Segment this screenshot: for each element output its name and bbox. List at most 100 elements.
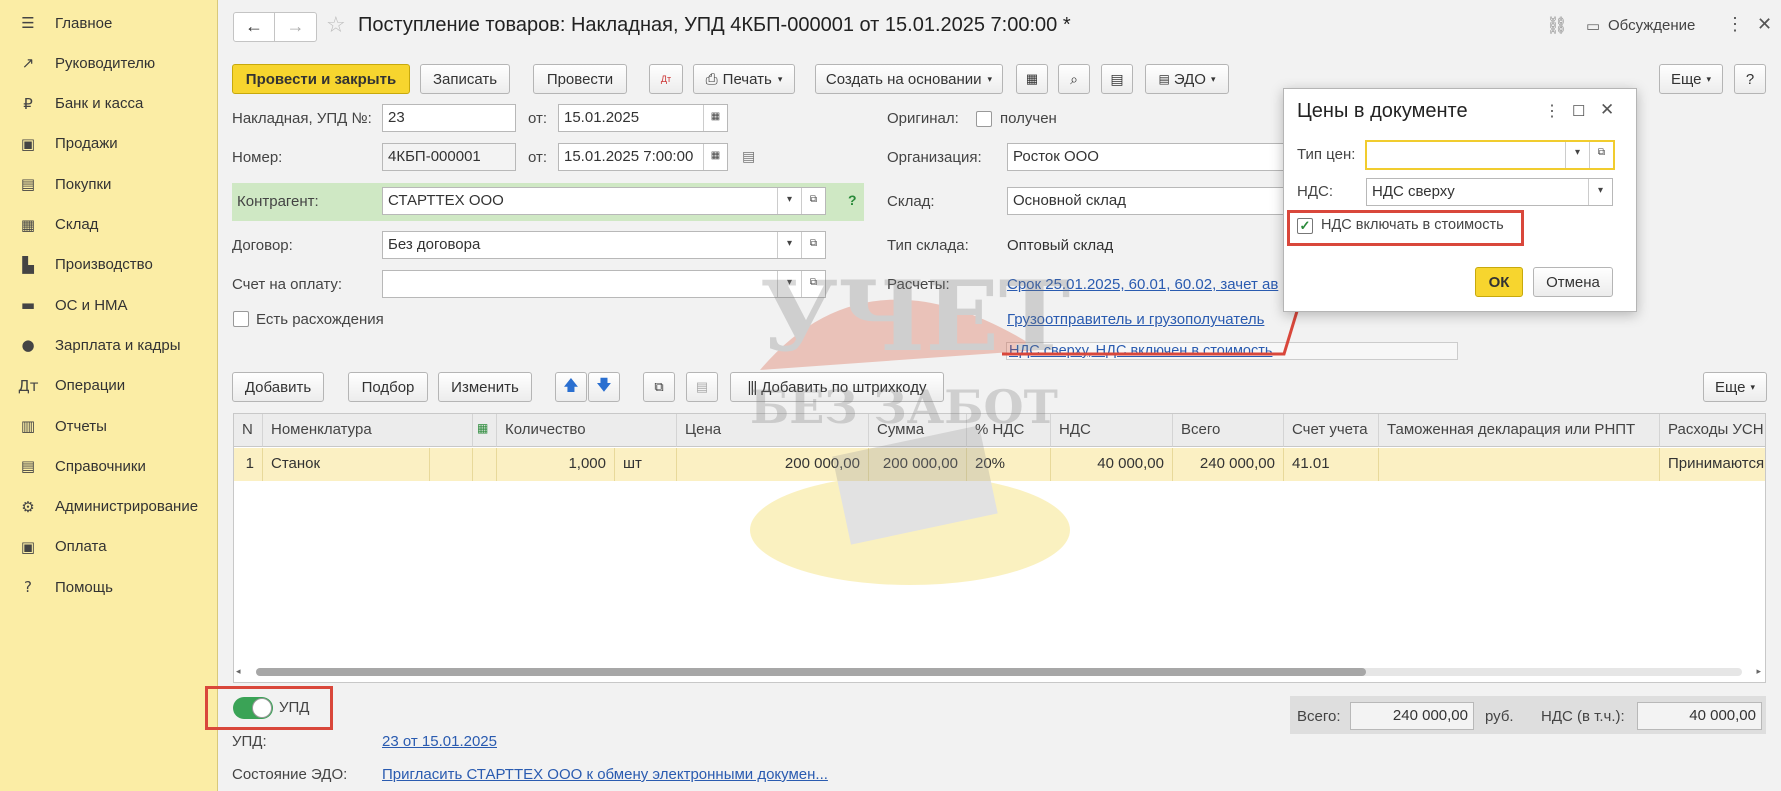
edo-state-link[interactable]: Пригласить СТАРТТЕХ ООО к обмену электро… [382, 766, 828, 783]
print-button[interactable]: ⎙ Печать ▾ [693, 64, 795, 94]
chevron-down-icon[interactable]: ▾ [777, 232, 801, 258]
open-icon[interactable]: ⧉ [801, 188, 825, 214]
add-by-barcode-button[interactable]: ||| Добавить по штрихкоду [730, 372, 944, 402]
sidebar-item[interactable]: ? Помощь [0, 567, 218, 607]
column-header[interactable]: Количество [497, 414, 677, 447]
paste-icon[interactable]: ▤ [686, 372, 718, 402]
help-button[interactable]: ? [1734, 64, 1766, 94]
chevron-down-icon[interactable]: ▾ [1588, 179, 1612, 205]
number-field[interactable]: 4КБП-000001 [382, 143, 516, 171]
column-header[interactable]: Таможенная декларация или РНПТ [1379, 414, 1660, 447]
close-icon[interactable]: ✕ [1757, 14, 1772, 35]
sidebar-item[interactable]: Дт Операции [0, 366, 218, 406]
payment-invoice-field[interactable]: ▾ ⧉ [382, 270, 826, 298]
contract-field[interactable]: Без договора ▾ ⧉ [382, 231, 826, 259]
include-vat-checkbox[interactable]: ✓ [1297, 218, 1313, 234]
original-checkbox[interactable] [976, 111, 992, 127]
post-button[interactable]: Провести [533, 64, 627, 94]
maximize-icon[interactable]: ☐ [1572, 102, 1585, 120]
sidebar-item[interactable]: ₽ Банк и касса [0, 84, 218, 124]
discussion-icon[interactable]: ▭ [1586, 17, 1600, 35]
cell-vat[interactable]: 40 000,00 [1051, 448, 1173, 481]
edo-button[interactable]: ▤ ЭДО ▾ [1145, 64, 1229, 94]
edit-button[interactable]: Изменить [438, 372, 532, 402]
add-row-button[interactable]: Добавить [232, 372, 324, 402]
invoice-number-field[interactable]: 23 [382, 104, 516, 132]
structure-icon[interactable]: ▦ [1016, 64, 1048, 94]
cell-account[interactable]: 41.01 [1284, 448, 1379, 481]
pick-button[interactable]: Подбор [348, 372, 428, 402]
calendar-icon[interactable]: ▦ [703, 105, 727, 131]
open-icon[interactable]: ⧉ [801, 271, 825, 297]
sidebar-item[interactable]: ⚙ Администрирование [0, 487, 218, 527]
discrepancy-checkbox[interactable] [233, 311, 249, 327]
cell-vat-rate[interactable]: 20% [967, 448, 1051, 481]
sidebar-item[interactable]: ▣ Продажи [0, 124, 218, 164]
forward-arrow-icon[interactable]: → [275, 13, 316, 41]
cell-customs[interactable] [1379, 448, 1660, 481]
scrollbar-thumb[interactable] [256, 668, 1366, 676]
sidebar-item[interactable]: ▦ Склад [0, 205, 218, 245]
chevron-down-icon[interactable]: ▾ [1565, 142, 1589, 168]
warehouse-field[interactable]: Основной склад [1007, 187, 1285, 215]
more-vertical-icon[interactable]: ⋮ [1726, 14, 1744, 35]
open-icon[interactable]: ⧉ [1589, 142, 1613, 168]
sidebar-item[interactable]: ▥ Отчеты [0, 406, 218, 446]
column-header[interactable]: НДС [1051, 414, 1173, 447]
column-header[interactable]: Счет учета [1284, 414, 1379, 447]
move-up-icon[interactable]: 🡅 [555, 372, 587, 402]
more-button[interactable]: Еще ▾ [1659, 64, 1723, 94]
copy-icon[interactable]: ⧉ [643, 372, 675, 402]
sidebar-item[interactable]: ▤ Покупки [0, 164, 218, 204]
cell-qty[interactable]: 1,000 [497, 448, 615, 481]
sidebar-item[interactable]: ▣ Оплата [0, 527, 218, 567]
link-icon[interactable]: ⛓ [1546, 16, 1568, 36]
more-vertical-icon[interactable]: ⋮ [1544, 101, 1560, 121]
column-header[interactable]: Расходы УСН [1660, 414, 1765, 447]
invoice-date-field[interactable]: 15.01.2025 ▦ [558, 104, 728, 132]
organization-field[interactable]: Росток ООО [1007, 143, 1285, 171]
cell-sum[interactable]: 200 000,00 [869, 448, 967, 481]
sidebar-item[interactable]: ▬ ОС и НМА [0, 285, 218, 325]
chevron-down-icon[interactable]: ▾ [777, 271, 801, 297]
debit-credit-icon[interactable]: Дт [649, 64, 683, 94]
cell-price[interactable]: 200 000,00 [677, 448, 869, 481]
vat-select[interactable]: НДС сверху ▾ [1366, 178, 1613, 206]
cell-unit[interactable]: шт [615, 448, 677, 481]
save-button[interactable]: Записать [420, 64, 510, 94]
table-settings-icon[interactable]: ▦ [473, 414, 497, 447]
sidebar-item[interactable]: ● Зарплата и кадры [0, 325, 218, 365]
paperclip-icon[interactable]: ⌕ [1058, 64, 1090, 94]
ok-button[interactable]: ОК [1475, 267, 1523, 297]
cell-total[interactable]: 240 000,00 [1173, 448, 1284, 481]
column-header[interactable]: N [234, 414, 263, 447]
upd-link[interactable]: 23 от 15.01.2025 [382, 733, 497, 750]
number-date-field[interactable]: 15.01.2025 7:00:00 ▦ [558, 143, 728, 171]
sidebar-item[interactable]: ▙ Производство [0, 245, 218, 285]
cell-name-ext[interactable] [430, 448, 473, 481]
create-based-button[interactable]: Создать на основании ▾ [815, 64, 1003, 94]
cancel-button[interactable]: Отмена [1533, 267, 1613, 297]
table-more-button[interactable]: Еще ▾ [1703, 372, 1767, 402]
cell-usn[interactable]: Принимаются [1660, 448, 1765, 481]
back-arrow-icon[interactable]: ← [234, 13, 275, 41]
scroll-left-icon[interactable]: ◂ [236, 666, 241, 677]
column-header[interactable]: % НДС [967, 414, 1051, 447]
cell-n[interactable]: 1 [234, 448, 263, 481]
comment-icon[interactable]: ▤ [742, 148, 755, 165]
calendar-icon[interactable]: ▦ [703, 144, 727, 170]
upd-toggle[interactable] [233, 697, 273, 719]
chevron-down-icon[interactable]: ▾ [777, 188, 801, 214]
price-type-field[interactable]: ▾ ⧉ [1365, 140, 1615, 170]
star-icon[interactable]: ☆ [326, 13, 346, 38]
post-and-close-button[interactable]: Провести и закрыть [232, 64, 410, 94]
sidebar-item[interactable]: ☰ Главное [0, 3, 218, 43]
column-header[interactable]: Всего [1173, 414, 1284, 447]
help-icon[interactable]: ? [848, 192, 857, 208]
column-header[interactable]: Цена [677, 414, 869, 447]
open-icon[interactable]: ⧉ [801, 232, 825, 258]
move-down-icon[interactable]: 🡇 [588, 372, 620, 402]
discussion-button[interactable]: Обсуждение [1608, 17, 1695, 34]
close-icon[interactable]: ✕ [1600, 100, 1614, 120]
cell-name[interactable]: Станок [263, 448, 430, 481]
